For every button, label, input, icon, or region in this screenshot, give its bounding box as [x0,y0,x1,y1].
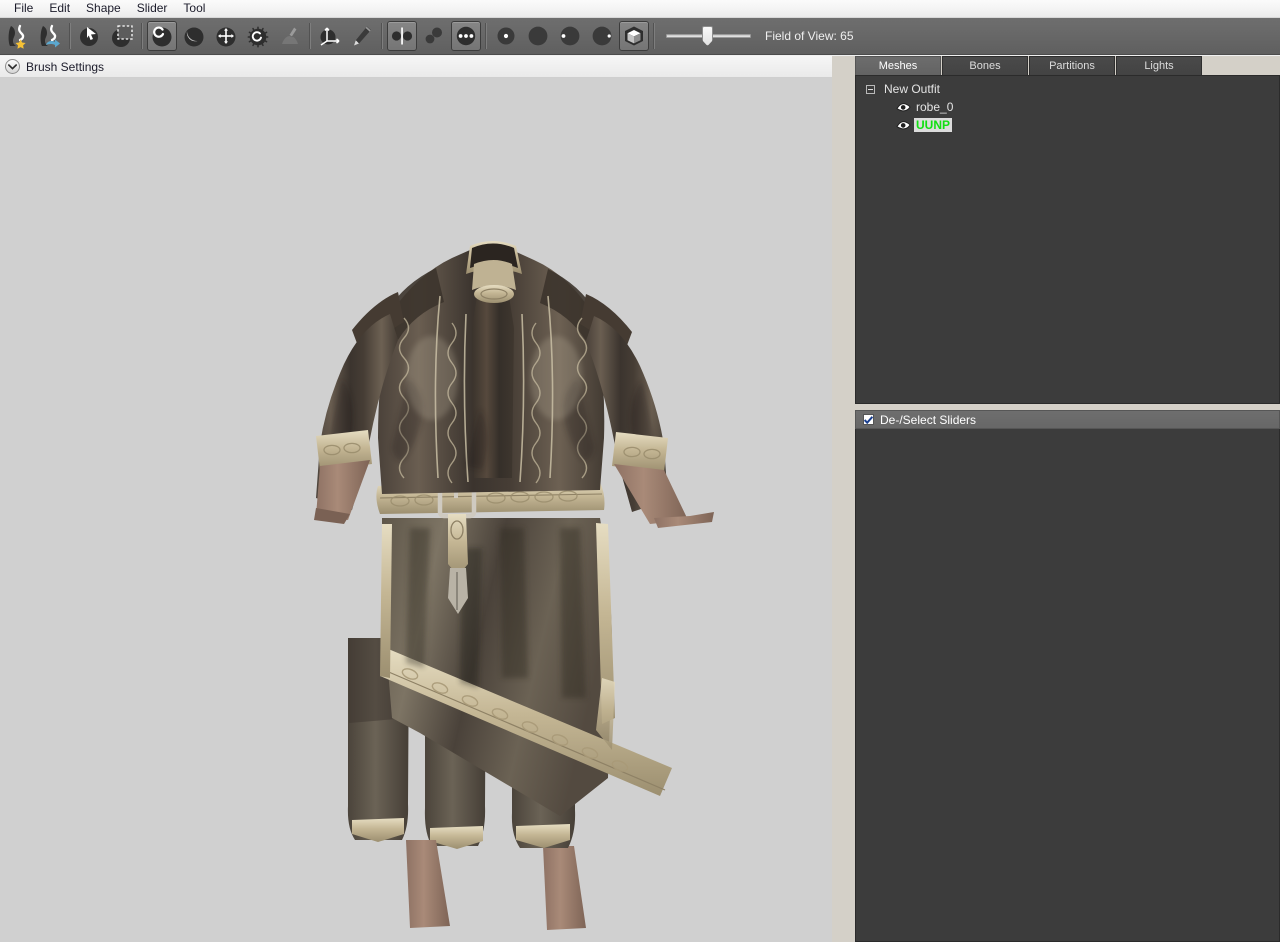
tab-meshes[interactable]: Meshes [855,56,941,75]
panel-splitter[interactable] [832,56,852,942]
menu-item-slider[interactable]: Slider [129,0,176,17]
show-vertices-icon [497,27,515,45]
mesh-tree[interactable]: New Outfit robe_0 UUNP [855,75,1280,404]
tree-row-robe-0[interactable]: robe_0 [856,98,1279,116]
hide-wireframe-icon [592,26,612,46]
right-panel-tabs: Meshes Bones Partitions Lights [855,56,1280,75]
new-project-button[interactable] [3,21,33,51]
new-project-icon [8,24,26,49]
eye-icon[interactable] [896,119,911,131]
deflate-brush-button[interactable] [179,21,209,51]
eye-icon[interactable] [896,101,911,113]
connected-only-icon [425,27,442,44]
select-vertex-button[interactable] [75,21,105,51]
hide-wireframe-button[interactable] [587,21,617,51]
vertex-edit-button[interactable] [451,21,481,51]
toolbar: Field of View: 65 [0,18,1280,55]
toolbar-separator [653,23,655,49]
chevron-down-glyph [8,63,17,70]
symmetry-toggle-button[interactable] [387,21,417,51]
toolbar-separator [485,23,487,49]
connected-only-button[interactable] [419,21,449,51]
menu-item-file[interactable]: File [6,0,41,17]
toolbar-separator [69,23,71,49]
deflate-brush-icon [184,27,204,47]
deselect-sliders-checkbox[interactable] [863,414,874,425]
deselect-sliders-label: De-/Select Sliders [880,412,977,427]
menu-bar: File Edit Shape Slider Tool [0,0,1280,18]
right-panel: Meshes Bones Partitions Lights New Outfi… [852,56,1280,942]
slider-list-area[interactable] [855,429,1280,942]
weight-brush-button[interactable] [275,21,305,51]
hide-vertices-icon [528,26,548,46]
select-vertex-icon [80,27,98,46]
pencil-button[interactable] [347,21,377,51]
tab-partitions[interactable]: Partitions [1029,56,1115,75]
toolbar-separator [381,23,383,49]
tree-label-new-outfit: New Outfit [884,82,941,96]
3d-viewport[interactable] [0,78,832,942]
slider-thumb[interactable] [702,26,713,46]
weight-brush-icon [282,26,298,44]
load-project-button[interactable] [35,21,65,51]
brush-settings-header[interactable]: Brush Settings [0,56,852,78]
hide-vertices-button[interactable] [523,21,553,51]
tree-row-root[interactable]: New Outfit [856,80,1279,98]
tab-bones[interactable]: Bones [942,56,1028,75]
texture-cube-icon [625,26,643,46]
field-of-view-slider[interactable] [666,25,751,47]
show-wireframe-icon [560,26,580,46]
marquee-select-button[interactable] [107,21,137,51]
show-vertices-button[interactable] [491,21,521,51]
load-project-icon [40,24,60,48]
move-brush-icon [216,27,236,47]
toolbar-separator [141,23,143,49]
show-wireframe-button[interactable] [555,21,585,51]
tree-label-robe-0: robe_0 [916,100,954,114]
vertex-edit-icon [456,26,476,46]
show-texture-button[interactable] [619,21,649,51]
move-brush-button[interactable] [211,21,241,51]
transform-icon [320,27,340,46]
deselect-sliders-header[interactable]: De-/Select Sliders [855,410,1280,429]
field-of-view-control: Field of View: 65 [666,25,854,47]
toolbar-separator [309,23,311,49]
inflate-brush-button[interactable] [147,21,177,51]
field-of-view-label: Field of View: 65 [765,29,854,43]
menu-item-edit[interactable]: Edit [41,0,78,17]
checkmark-icon [864,415,873,424]
chevron-down-icon[interactable] [5,59,20,74]
tab-lights[interactable]: Lights [1116,56,1202,75]
symmetry-icon [391,27,413,45]
marquee-select-icon [112,25,133,47]
menu-item-tool[interactable]: Tool [175,0,213,17]
tree-label-uunp: UUNP [914,118,953,132]
smooth-brush-button[interactable] [243,21,273,51]
smooth-brush-icon [247,26,269,48]
collapse-box-icon[interactable] [866,84,875,94]
transform-button[interactable] [315,21,345,51]
tree-row-uunp[interactable]: UUNP [856,116,1279,134]
brush-settings-label: Brush Settings [26,59,105,74]
outfit-model-render [314,241,714,930]
pencil-icon [354,26,371,46]
outfit-studio-window: File Edit Shape Slider Tool Field of Vie… [0,0,1280,942]
menu-item-shape[interactable]: Shape [78,0,129,17]
inflate-brush-icon [152,26,172,47]
